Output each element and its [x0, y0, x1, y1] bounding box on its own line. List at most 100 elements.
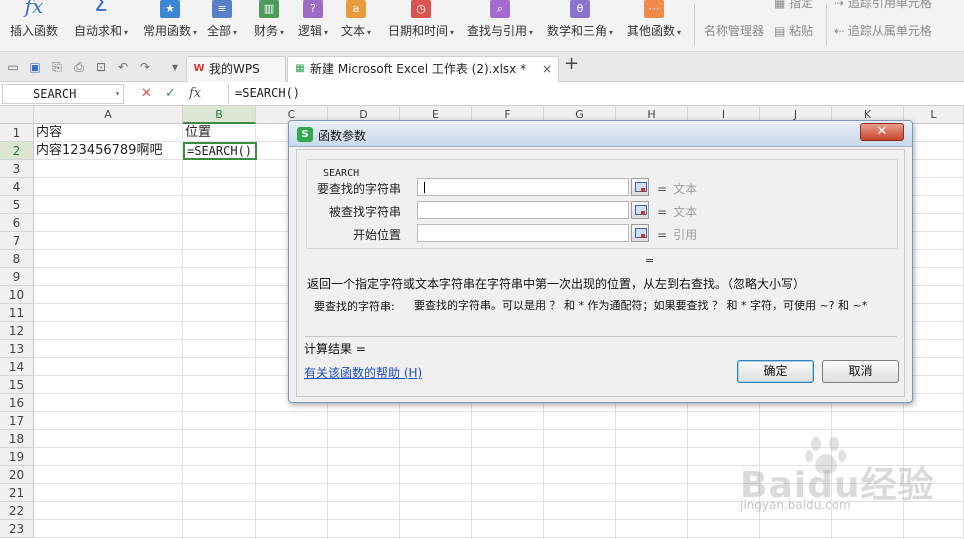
export-pdf-icon[interactable]: ⎘ — [50, 60, 64, 74]
column-header-l[interactable]: L — [904, 106, 964, 124]
confirm-icon[interactable]: ✓ — [165, 85, 176, 103]
spreadsheet-icon: ▦ — [295, 63, 305, 74]
row-header-2[interactable]: 2 — [0, 142, 34, 160]
wps-logo-icon: W — [193, 63, 205, 74]
common-functions-button[interactable]: ★ 常用函数 ▾ — [139, 0, 201, 52]
autosum-button[interactable]: Σ 自动求和 ▾ — [70, 0, 132, 52]
ribbon-label: 插入函数 — [9, 24, 58, 38]
row-header-18[interactable]: 18 — [0, 430, 34, 448]
row-header-19[interactable]: 19 — [0, 448, 34, 466]
paste-name-button[interactable]: ▤ 粘贴 — [774, 22, 813, 39]
range-picker-icon[interactable] — [631, 224, 649, 242]
ribbon-label: 财务 — [253, 24, 278, 38]
row-header-13[interactable]: 13 — [0, 340, 34, 358]
name-box-value: SEARCH — [33, 87, 77, 101]
row-header-5[interactable]: 5 — [0, 196, 34, 214]
cell-a1[interactable]: 内容 — [34, 124, 182, 142]
start-num-input[interactable] — [417, 224, 629, 242]
row-header-7[interactable]: 7 — [0, 232, 34, 250]
logic-functions-button[interactable]: ? 逻辑 ▾ — [296, 0, 330, 52]
row-header-6[interactable]: 6 — [0, 214, 34, 232]
active-cell-b2[interactable]: =SEARCH() — [183, 142, 257, 160]
close-button[interactable]: ✕ — [860, 123, 904, 141]
row-header-20[interactable]: 20 — [0, 466, 34, 484]
new-tab-icon[interactable]: + — [564, 55, 579, 73]
tab-workbook[interactable]: ▦ 新建 Microsoft Excel 工作表 (2).xlsx * × — [287, 56, 559, 82]
trace-dependents-button[interactable]: ⇠ 追踪从属单元格 — [834, 22, 932, 39]
ok-button[interactable]: 确定 — [737, 360, 814, 383]
watermark-url: jingyan.baidu.com — [740, 498, 851, 512]
row-header-23[interactable]: 23 — [0, 520, 34, 538]
calculation-result: 计算结果 = — [304, 342, 366, 356]
ribbon-label: 逻辑 — [297, 24, 322, 38]
row-header-9[interactable]: 9 — [0, 268, 34, 286]
row-header-8[interactable]: 8 — [0, 250, 34, 268]
arg-hint: 文本 — [673, 205, 698, 219]
finance-functions-button[interactable]: ▥ 财务 ▾ — [252, 0, 286, 52]
row-header-16[interactable]: 16 — [0, 394, 34, 412]
row-header-22[interactable]: 22 — [0, 502, 34, 520]
save-icon[interactable]: ▣ — [28, 60, 42, 74]
print-icon[interactable]: ⎙ — [72, 60, 86, 74]
ribbon: fx 插入函数 Σ 自动求和 ▾ ★ 常用函数 ▾ ≡ 全部 ▾ ▥ 财务 ▾ ? 逻辑… — [0, 0, 964, 52]
cell-a2[interactable]: 内容123456789啊吧 — [34, 142, 182, 160]
tab-bar: ▭ ▣ ⎘ ⎙ ⊡ ↶ ↷ ▾ W 我的WPS ▦ 新建 Microsoft E… — [0, 52, 964, 82]
trace-precedents-label: 追踪引用单元格 — [847, 0, 932, 10]
specify-label: 指定 — [789, 0, 814, 10]
all-functions-button[interactable]: ≡ 全部 ▾ — [206, 0, 238, 52]
row-header-10[interactable]: 10 — [0, 286, 34, 304]
help-link[interactable]: 有关该函数的帮助 (H) — [304, 364, 422, 381]
trace-precedents-button[interactable]: ⇢ 追踪引用单元格 — [834, 0, 932, 11]
dialog-titlebar[interactable]: S 函数参数 ✕ — [289, 121, 912, 147]
fx-button[interactable]: fx — [189, 85, 201, 103]
row-header-12[interactable]: 12 — [0, 322, 34, 340]
specify-button[interactable]: ▦ 指定 — [774, 0, 813, 11]
row-header-17[interactable]: 17 — [0, 412, 34, 430]
tab-my-wps[interactable]: W 我的WPS — [186, 56, 286, 82]
customize-toolbar-icon[interactable]: ▾ — [168, 60, 182, 74]
arg-label-start-num: 开始位置 — [352, 228, 401, 242]
within-text-input[interactable] — [417, 201, 629, 219]
insert-function-button[interactable]: fx 插入函数 — [6, 0, 62, 52]
dropdown-arrow-icon: ▾ — [193, 28, 198, 37]
dropdown-arrow-icon: ▾ — [233, 28, 238, 37]
grid-icon: ⋯ — [644, 0, 664, 18]
redo-icon[interactable]: ↷ — [138, 60, 152, 74]
text-functions-button[interactable]: a 文本 ▾ — [339, 0, 373, 52]
arguments-group: SEARCH 要查找的字符串 = 文本 被查找字符串 = 文本 开始位置 = 引用 — [306, 159, 898, 249]
row-header-4[interactable]: 4 — [0, 178, 34, 196]
find-text-input[interactable] — [417, 178, 629, 196]
undo-icon[interactable]: ↶ — [116, 60, 130, 74]
row-header-14[interactable]: 14 — [0, 358, 34, 376]
datetime-functions-button[interactable]: ◷ 日期和时间 ▾ — [384, 0, 458, 52]
row-header-21[interactable]: 21 — [0, 484, 34, 502]
open-folder-icon[interactable]: ▭ — [6, 60, 20, 74]
range-picker-icon[interactable] — [631, 201, 649, 219]
chevron-down-icon: ▾ — [115, 89, 120, 98]
other-functions-button[interactable]: ⋯ 其他函数 ▾ — [624, 0, 684, 52]
cancel-button[interactable]: 取消 — [822, 360, 899, 383]
name-manager-button[interactable]: 名称管理器 — [704, 22, 764, 39]
cancel-icon[interactable]: ✕ — [141, 85, 152, 103]
column-header-a[interactable]: A — [34, 106, 183, 124]
ribbon-divider — [826, 4, 827, 46]
dropdown-arrow-icon: ▾ — [450, 28, 455, 37]
lookup-functions-button[interactable]: ⌕ 查找与引用 ▾ — [464, 0, 536, 52]
print-preview-icon[interactable]: ⊡ — [94, 60, 108, 74]
fx-icon: fx — [24, 0, 44, 18]
close-tab-icon[interactable]: × — [542, 57, 552, 81]
range-picker-icon[interactable] — [631, 178, 649, 196]
column-header-b[interactable]: B — [183, 106, 256, 124]
row-header-3[interactable]: 3 — [0, 160, 34, 178]
row-header-11[interactable]: 11 — [0, 304, 34, 322]
theta-icon: θ — [570, 0, 590, 18]
select-all-corner[interactable] — [0, 106, 34, 124]
formula-bar: SEARCH ▾ ✕ ✓ fx =SEARCH() — [0, 82, 964, 106]
cell-b1[interactable]: 位置 — [183, 124, 255, 142]
math-functions-button[interactable]: θ 数学和三角 ▾ — [543, 0, 617, 52]
row-header-1[interactable]: 1 — [0, 124, 34, 142]
formula-input[interactable]: =SEARCH() — [228, 84, 962, 104]
row-header-15[interactable]: 15 — [0, 376, 34, 394]
name-box[interactable]: SEARCH ▾ — [2, 84, 124, 104]
list-icon: ≡ — [212, 0, 232, 18]
